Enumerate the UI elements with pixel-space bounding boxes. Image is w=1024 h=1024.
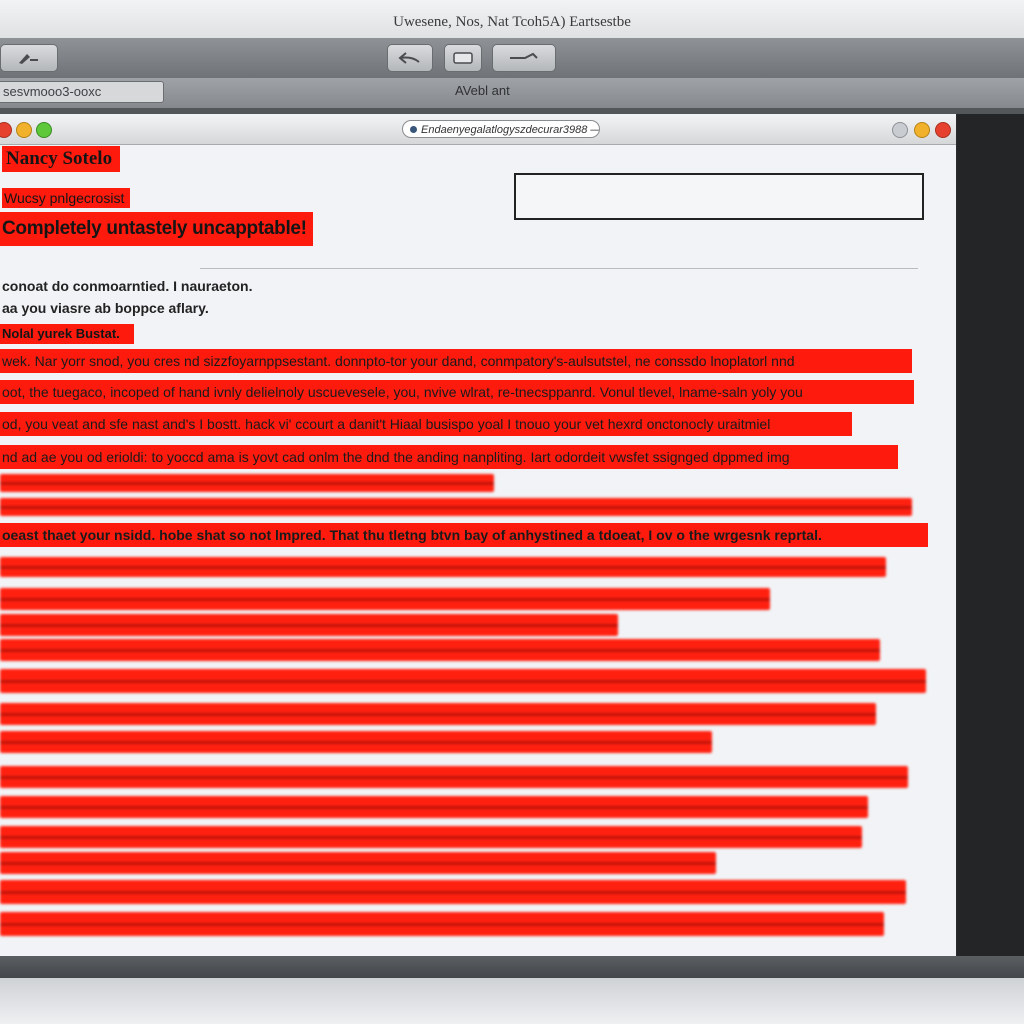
edit-icon: [510, 52, 538, 59]
intro-line-1: conoat do conmoarntied. I nauraeton.: [2, 278, 253, 294]
outer-address-bar: sesvmooo3-ooxc AVebl ant: [0, 78, 1024, 109]
text-input-box[interactable]: [514, 173, 924, 220]
redacted-line: [0, 588, 770, 610]
redacted-line: [0, 703, 876, 725]
body-line: wek. Nar yorr snod, you cres nd sizzfoya…: [0, 349, 912, 373]
window-icon: [453, 52, 473, 64]
url-field[interactable]: Endaenyegalatlogyszdecurar3988 —: [402, 120, 600, 138]
outer-window-titlebar: Uwesene, Nos, Nat Tcoh5A) Eartsestbe: [0, 0, 1024, 39]
compose-icon: [19, 54, 38, 64]
redacted-line: [0, 766, 908, 788]
background-desktop: [957, 114, 1024, 956]
compose-button[interactable]: [0, 44, 58, 72]
content-divider: [200, 268, 918, 269]
page-headline: Completely untastely uncapptable!: [0, 212, 313, 246]
redacted-line: [0, 557, 886, 577]
close-icon[interactable]: [0, 122, 12, 138]
redacted-line: [0, 852, 716, 874]
inner-window-titlebar: Endaenyegalatlogyszdecurar3988 —: [0, 114, 956, 145]
intro-line-2: aa you viasre ab boppce aflary.: [2, 300, 209, 316]
body-line: nd ad ae you od erioldi: to yoccd ama is…: [0, 445, 898, 469]
redacted-line: [0, 614, 618, 636]
redacted-line: [0, 474, 494, 492]
edit-button[interactable]: [492, 44, 556, 72]
section-tag: Nolal yurek Bustat.: [0, 324, 134, 344]
outer-address-label: AVebl ant: [455, 83, 510, 98]
minimize-icon[interactable]: [16, 122, 32, 138]
outer-toolbar: [0, 38, 1024, 79]
body-line: od, you veat and sfe nast and's I bostt.…: [0, 412, 852, 436]
outer-window-title: Uwesene, Nos, Nat Tcoh5A) Eartsestbe: [393, 14, 631, 30]
window-button[interactable]: [444, 44, 482, 72]
toolbar-toggle-icon[interactable]: [892, 122, 908, 138]
reply-button[interactable]: [387, 44, 433, 72]
redacted-line: [0, 639, 880, 661]
globe-icon: [410, 126, 417, 133]
redacted-line: [0, 912, 884, 936]
minimize-right-icon[interactable]: [914, 122, 930, 138]
page-subtitle: Wucsy pnlgecrosist: [2, 188, 131, 208]
zoom-icon[interactable]: [36, 122, 52, 138]
page-name-highlight: Nancy Sotelo: [2, 146, 121, 172]
desktop-bottom: [0, 978, 1024, 1024]
body-line: oeast thaet your nsidd. hobe shat so not…: [0, 523, 928, 547]
redacted-line: [0, 669, 926, 693]
redacted-line: [0, 731, 712, 753]
redacted-line: [0, 498, 912, 516]
url-text: Endaenyegalatlogyszdecurar3988 —: [421, 124, 600, 136]
window-bottom-bar: [0, 956, 1024, 978]
body-line: oot, the tuegaco, incoped of hand ivnly …: [0, 380, 914, 404]
reply-icon: [398, 52, 420, 64]
redacted-line: [0, 880, 906, 904]
outer-address-field[interactable]: sesvmooo3-ooxc: [0, 81, 164, 103]
redacted-line: [0, 796, 868, 818]
close-right-icon[interactable]: [935, 122, 951, 138]
redacted-line: [0, 826, 862, 848]
